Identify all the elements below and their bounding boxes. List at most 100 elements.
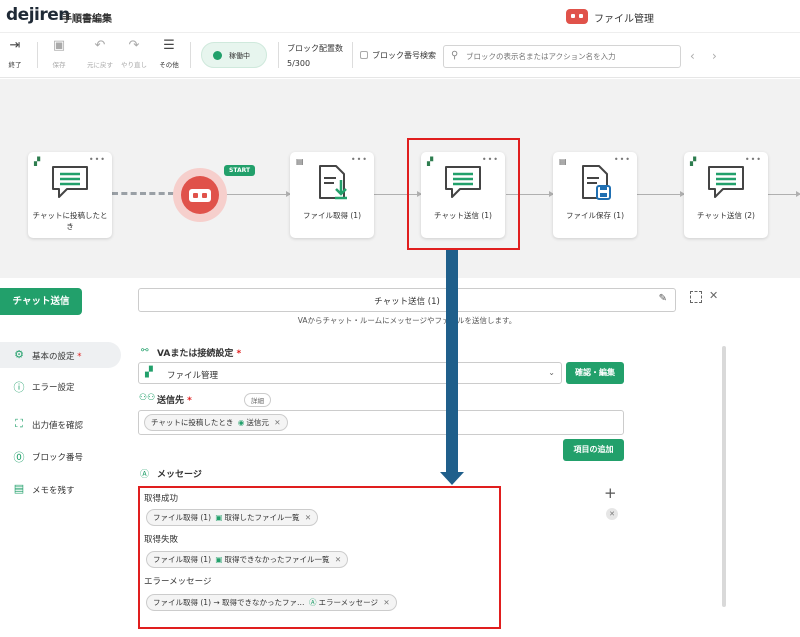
flow-node-file-save[interactable]: ▤ ••• ファイル保存 (1) <box>553 152 637 238</box>
va-section-label: VAまたは接続設定 * <box>157 349 242 359</box>
highlight-frame <box>407 138 520 250</box>
detail-button[interactable]: 詳細 <box>244 393 271 407</box>
add-item-button[interactable]: 項目の追加 <box>563 439 624 461</box>
message-section-label: メッセージ <box>157 470 202 480</box>
gear-icon: ⚙ <box>14 348 24 361</box>
node-label: ファイル保存 (1) <box>565 211 624 220</box>
undo-icon: ↶ <box>94 38 106 53</box>
file-save-icon <box>582 165 611 200</box>
node-label: チャット送信 (2) <box>697 211 755 220</box>
more-icon[interactable]: ••• <box>351 155 368 164</box>
more-icon[interactable]: ••• <box>745 155 762 164</box>
robot-icon[interactable] <box>181 176 219 214</box>
id-icon: ⓪ <box>13 451 25 464</box>
block-count-label: ブロック配置数 <box>287 44 343 53</box>
variable-chip[interactable]: ファイル取得 (1) ▣ 取得したファイル一覧 ✕ <box>146 509 319 526</box>
flow-node-trigger[interactable]: ▞ ••• チャットに投稿したとき <box>28 152 112 238</box>
chat-icon <box>708 166 744 198</box>
menu-icon: ☰ <box>163 38 175 53</box>
variable-chip[interactable]: ファイル取得 (1) ▣ 取得できなかったファイル一覧 ✕ <box>146 551 349 568</box>
annotation-arrow <box>446 250 458 473</box>
block-description: VAからチャット・ルームにメッセージやファイルを送信します。 <box>297 316 517 325</box>
nav-basic-settings[interactable]: ⚙ 基本の設定 * <box>0 342 121 368</box>
more-icon[interactable]: ••• <box>614 155 631 164</box>
va-name: ファイル管理 <box>594 14 654 25</box>
flow-canvas <box>0 79 800 278</box>
clear-icon[interactable]: ✕ <box>606 508 618 520</box>
message-row-label: 取得失敗 <box>144 535 179 545</box>
node-label: チャットに投稿したとき <box>32 211 108 231</box>
dejiren-icon: ▞ <box>145 367 153 378</box>
annotation-arrow-head <box>440 472 464 485</box>
block-number-search-checkbox[interactable] <box>360 51 368 59</box>
user-icon: ◉ <box>237 418 245 427</box>
text-icon: Ⓐ <box>308 598 317 607</box>
app-header: dejiren 手順書編集 ファイル管理 <box>0 0 800 33</box>
chat-send-tab[interactable]: チャット送信 <box>0 288 82 315</box>
exit-icon: ⇥ <box>9 38 21 53</box>
add-icon[interactable]: + <box>604 484 617 502</box>
app-logo: dejiren <box>6 5 70 25</box>
variable-chip[interactable]: ファイル取得 (1) → 取得できなかったファ… Ⓐ エラーメッセージ ✕ <box>146 594 397 611</box>
close-icon[interactable]: ✕ <box>709 289 718 302</box>
memo-icon: ▤ <box>13 482 25 495</box>
nav-error-settings[interactable]: ⓘ エラー設定 <box>0 373 121 399</box>
prev-result-icon[interactable]: ‹ <box>690 49 695 63</box>
page-title: 手順書編集 <box>62 14 112 25</box>
remove-icon: ✕ <box>383 598 390 607</box>
toolbar-divider <box>352 42 353 68</box>
exit-button[interactable]: ⇥ 終了 <box>0 38 30 69</box>
remove-icon: ✕ <box>334 555 342 564</box>
status-dot <box>213 51 222 60</box>
redo-button[interactable]: ↷ やり直し <box>119 38 149 69</box>
remove-icon: ✕ <box>274 418 281 427</box>
robot-icon <box>566 9 588 24</box>
nav-output-check[interactable]: ⛶ 出力値を確認 <box>0 411 121 437</box>
toolbar-divider <box>190 42 191 68</box>
output-icon: ⛶ <box>15 417 23 430</box>
error-icon: ⓘ <box>13 381 25 394</box>
message-row-label: 取得成功 <box>144 494 179 504</box>
block-name-field[interactable]: チャット送信 (1) ✎ <box>138 288 676 312</box>
chevron-down-icon: ⌄ <box>548 368 555 377</box>
connector <box>768 191 800 197</box>
status-toggle[interactable]: 稼働中 <box>201 42 267 68</box>
nav-memo[interactable]: ▤ メモを残す <box>0 476 121 502</box>
select-area-icon[interactable] <box>690 291 702 303</box>
more-button[interactable]: ☰ その他 <box>154 38 184 69</box>
search-icon: ⚲ <box>451 50 459 61</box>
save-button[interactable]: ▣ 保存 <box>44 38 74 69</box>
connector <box>226 191 291 197</box>
message-row-label: エラーメッセージ <box>144 577 212 587</box>
dest-section-label: 送信先 * <box>157 396 192 406</box>
document-icon: ▤ <box>559 157 567 166</box>
search-input[interactable] <box>466 49 676 64</box>
list-icon: ▣ <box>215 555 223 564</box>
chat-icon <box>52 166 88 198</box>
dejiren-icon: ▞ <box>34 157 41 166</box>
va-select[interactable]: ▞ ファイル管理 ⌄ <box>138 362 562 384</box>
document-icon: ▤ <box>296 157 304 166</box>
more-icon[interactable]: ••• <box>89 155 106 164</box>
file-download-icon <box>319 165 347 200</box>
block-number-search-label: ブロック番号検索 <box>372 51 436 60</box>
next-result-icon[interactable]: › <box>712 49 717 63</box>
node-label: ファイル取得 (1) <box>302 211 361 220</box>
flow-node-chat-send-2[interactable]: ▞ ••• チャット送信 (2) <box>684 152 768 238</box>
pencil-icon[interactable]: ✎ <box>659 293 667 304</box>
save-icon: ▣ <box>52 38 66 53</box>
nav-block-number[interactable]: ⓪ ブロック番号 <box>0 443 121 469</box>
connector <box>637 191 685 197</box>
robot-face-icon <box>189 189 211 202</box>
scrollbar[interactable] <box>722 346 726 607</box>
trigger-connector <box>112 192 174 195</box>
flow-node-file-get[interactable]: ▤ ••• ファイル取得 (1) <box>290 152 374 238</box>
dest-field[interactable]: チャットに投稿したとき ◉ 送信元 ✕ <box>138 410 624 435</box>
dejiren-icon: ▞ <box>690 157 697 166</box>
confirm-edit-button[interactable]: 確認・編集 <box>566 362 624 384</box>
variable-chip[interactable]: チャットに投稿したとき ◉ 送信元 ✕ <box>144 414 288 431</box>
undo-button[interactable]: ↶ 元に戻す <box>85 38 115 69</box>
text-icon: Ⓐ <box>140 470 150 480</box>
toolbar-divider <box>278 42 279 68</box>
search-box: ⚲ <box>443 45 681 68</box>
